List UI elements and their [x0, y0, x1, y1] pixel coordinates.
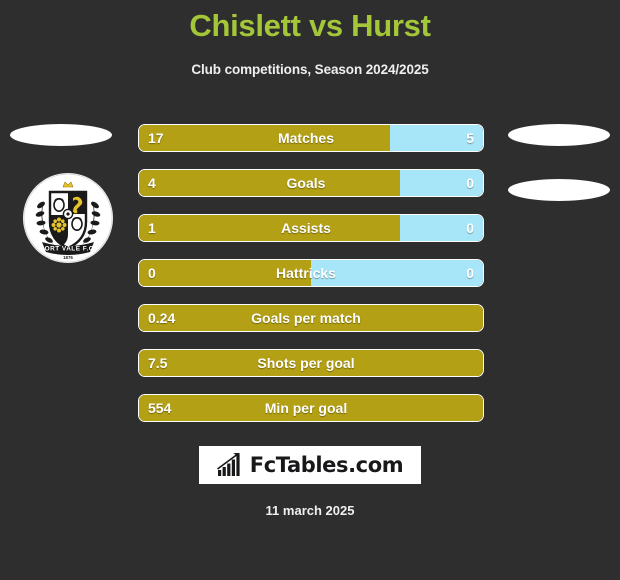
- stat-bar-row: 1 0 Assists: [138, 214, 484, 242]
- stat-value-left: 1: [148, 220, 156, 236]
- crest-icon: PORT VALE F.C. 1876: [23, 173, 113, 263]
- player-photo-placeholder-right-top: [508, 124, 610, 146]
- stat-bar-row: 0.24 Goals per match: [138, 304, 484, 332]
- stat-value-left: 17: [148, 130, 164, 146]
- page-subtitle: Club competitions, Season 2024/2025: [191, 62, 429, 77]
- stat-value-left: 4: [148, 175, 156, 191]
- stat-label: Hattricks: [276, 265, 336, 281]
- stat-bar-row: 0 0 Hattricks: [138, 259, 484, 287]
- comparison-infographic: Chislett vs Hurst Club competitions, Sea…: [0, 0, 620, 580]
- footer-date: 11 march 2025: [265, 503, 355, 518]
- stat-value-left: 554: [148, 400, 172, 416]
- stat-value-left: 0: [148, 265, 156, 281]
- player-photo-placeholder-right-bottom: [508, 179, 610, 201]
- stat-bar-row: 7.5 Shots per goal: [138, 349, 484, 377]
- stat-value-left: 0.24: [148, 310, 176, 326]
- stat-value-right: 0: [466, 220, 474, 236]
- stat-label: Shots per goal: [257, 355, 355, 371]
- fctables-watermark[interactable]: FcTables.com: [199, 446, 421, 484]
- page-title: Chislett vs Hurst: [189, 8, 431, 43]
- stat-value-left: 7.5: [148, 355, 168, 371]
- club-crest-port-vale: PORT VALE F.C. 1876: [22, 172, 114, 264]
- stat-bars-list: 17 5 Matches 4 0 Goals 1 0 Assists 0 0 Hattricks 0.2…: [138, 124, 484, 439]
- crest-founded-year: 1876: [63, 255, 73, 260]
- crest-banner-text: PORT VALE F.C.: [40, 246, 96, 253]
- stat-value-right: 5: [466, 130, 474, 146]
- player-photo-placeholder-left: [10, 124, 112, 146]
- stat-label: Assists: [281, 220, 331, 236]
- stat-value-right: 0: [466, 265, 474, 281]
- stat-label: Goals per match: [251, 310, 361, 326]
- stat-bar-row: 17 5 Matches: [138, 124, 484, 152]
- watermark-label: FcTables.com: [249, 453, 404, 477]
- stat-label: Goals: [286, 175, 326, 191]
- bar-chart-growth-icon: [216, 453, 240, 476]
- stat-label: Min per goal: [264, 400, 348, 416]
- stat-label: Matches: [277, 130, 335, 146]
- stat-value-right: 0: [466, 175, 474, 191]
- stat-bar-row: 554 Min per goal: [138, 394, 484, 422]
- stat-bar-row: 4 0 Goals: [138, 169, 484, 197]
